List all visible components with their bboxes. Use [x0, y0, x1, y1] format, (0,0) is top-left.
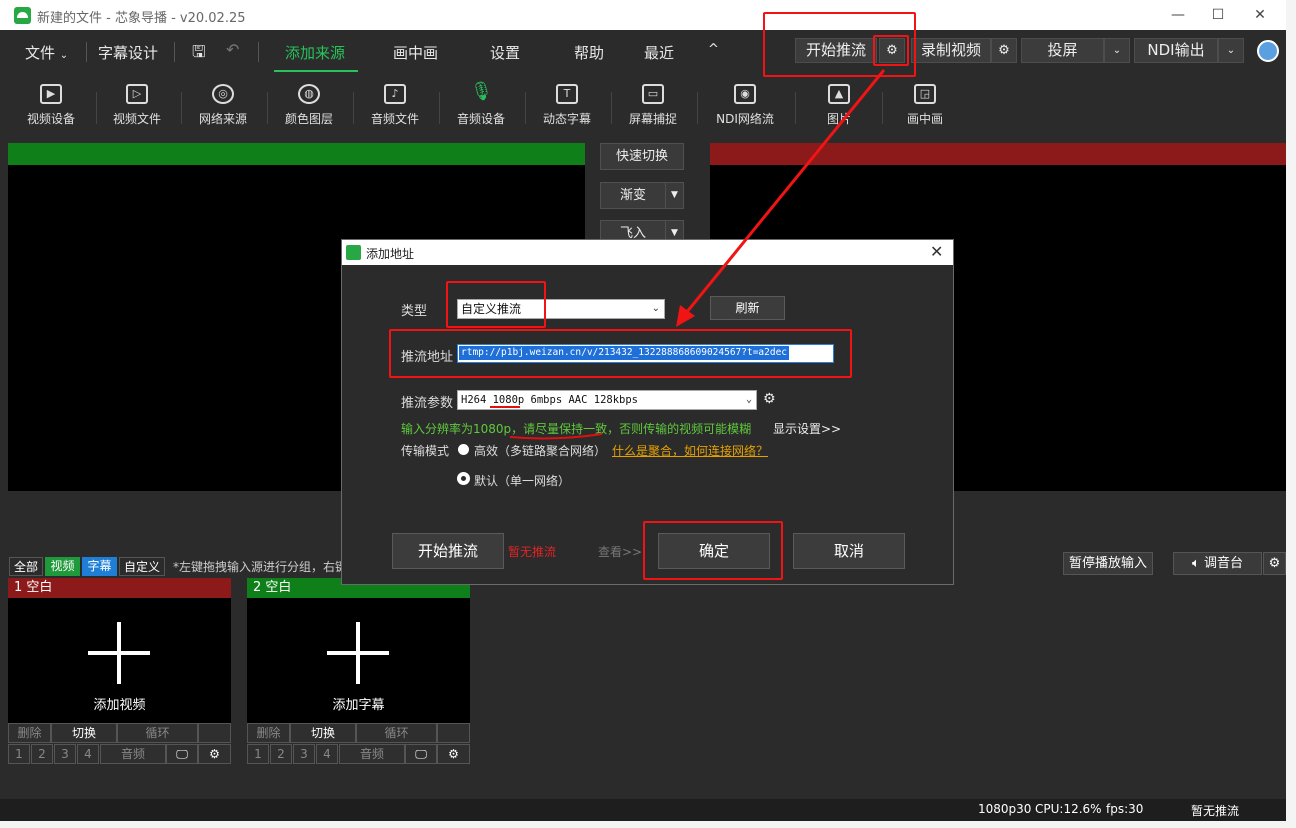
annotation-arrow — [509, 69, 886, 440]
